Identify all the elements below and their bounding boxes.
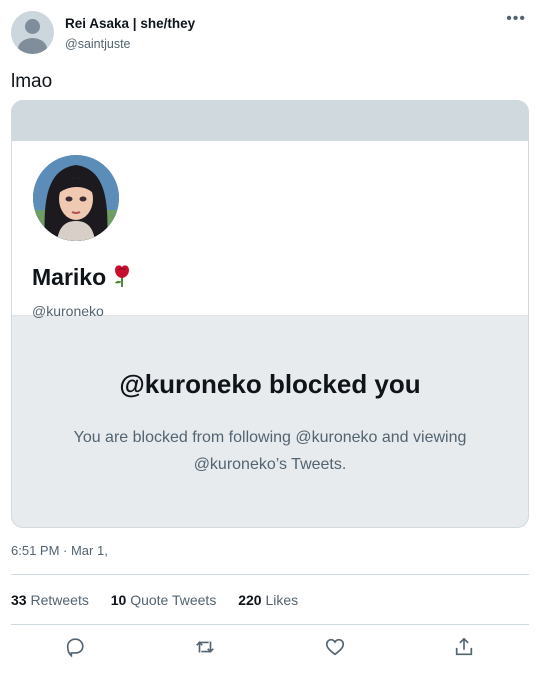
- profile-name: Mariko: [32, 264, 132, 294]
- retweets-stat[interactable]: 33 Retweets: [11, 592, 89, 608]
- divider-bottom: [11, 624, 529, 625]
- author-avatar[interactable]: [11, 11, 54, 54]
- retweet-icon[interactable]: [192, 634, 218, 660]
- likes-count: 220: [238, 592, 262, 608]
- tweet-timestamp[interactable]: 6:51 PM · Mar 1,: [11, 543, 108, 558]
- likes-stat[interactable]: 220 Likes: [238, 592, 298, 608]
- quotes-label: Quote Tweets: [130, 592, 217, 608]
- retweets-count: 33: [11, 592, 27, 608]
- author-handle[interactable]: @saintjuste: [65, 37, 131, 51]
- more-options-icon[interactable]: •••: [506, 10, 526, 28]
- profile-banner: [12, 101, 528, 141]
- blocked-title: @kuroneko blocked you: [119, 369, 421, 399]
- rose-icon: [112, 264, 132, 294]
- blocked-description: You are blocked from following @kuroneko…: [73, 429, 467, 473]
- share-icon[interactable]: [451, 634, 477, 660]
- profile-name-text: Mariko: [32, 264, 107, 291]
- quotes-count: 10: [110, 592, 127, 608]
- author-display-name[interactable]: Rei Asaka | she/they: [65, 16, 195, 31]
- reply-icon[interactable]: [62, 634, 88, 660]
- avatar-head: [25, 19, 40, 34]
- retweets-label: Retweets: [30, 592, 89, 608]
- tweet-text: lmao: [11, 71, 53, 92]
- divider-top: [11, 574, 529, 575]
- quote-tweets-stat[interactable]: 10 Quote Tweets: [111, 592, 217, 608]
- heart-icon[interactable]: [322, 634, 348, 660]
- engagement-stats: 33 Retweets 10 Quote Tweets 220 Likes: [11, 592, 316, 608]
- action-bar: [0, 634, 540, 660]
- profile-avatar[interactable]: [30, 152, 122, 244]
- anime-portrait-image: [33, 155, 119, 241]
- profile-section: Mariko @kuroneko: [12, 141, 528, 319]
- profile-handle: @kuroneko: [32, 303, 104, 319]
- avatar-body: [18, 38, 47, 54]
- likes-label: Likes: [265, 592, 299, 608]
- blocked-profile-card: Mariko @kuroneko @kuroneko blocked you Y…: [11, 100, 529, 528]
